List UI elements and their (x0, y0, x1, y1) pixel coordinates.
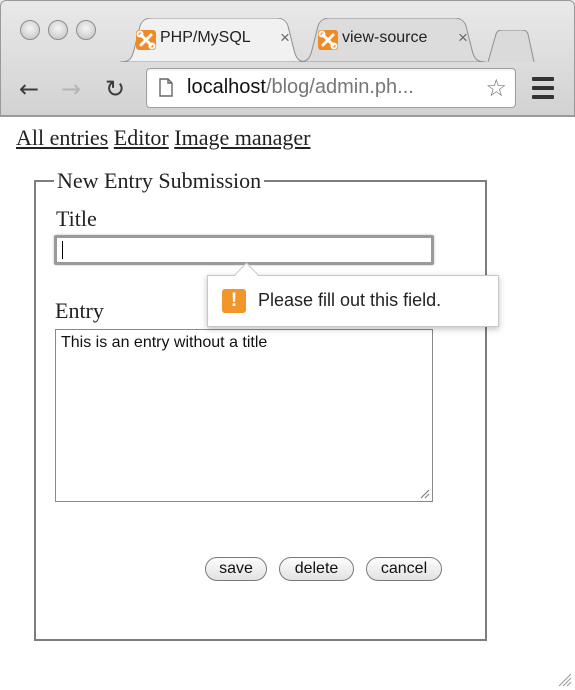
tab-close-icon[interactable]: × (458, 28, 468, 48)
url-host: localhost (187, 76, 266, 98)
tab-title: PHP/MySQL (160, 29, 251, 46)
tab-view-source[interactable]: view-source × (298, 18, 486, 62)
xampp-icon (136, 30, 156, 50)
zoom-window-button[interactable] (76, 20, 96, 40)
save-button[interactable]: save (205, 557, 267, 581)
new-tab-button[interactable] (486, 30, 536, 62)
hamburger-menu-icon[interactable] (532, 76, 554, 100)
url-text: localhost/blog/admin.ph... (187, 76, 414, 99)
xampp-icon (318, 30, 338, 50)
tab-close-icon[interactable]: × (280, 28, 290, 48)
entry-textarea-value: This is an entry without a title (61, 334, 268, 351)
window-resize-grip-icon[interactable] (558, 673, 572, 687)
tab-title: view-source (342, 29, 428, 46)
browser-toolbar: ← → ↻ localhost/blog/admin.ph... ☆ (0, 62, 575, 117)
validation-tooltip: ! Please fill out this field. (207, 262, 499, 327)
validation-message: Please fill out this field. (258, 290, 442, 310)
forward-button[interactable]: → (56, 74, 86, 104)
text-caret (62, 241, 63, 259)
reload-button[interactable]: ↻ (100, 74, 130, 104)
address-bar[interactable]: localhost/blog/admin.ph... ☆ (146, 68, 516, 108)
admin-nav: All entries Editor Image manager (16, 125, 310, 151)
entry-label: Entry (55, 298, 104, 323)
tab-php-mysql[interactable]: PHP/MySQL × (120, 18, 308, 62)
back-button[interactable]: ← (14, 74, 44, 104)
resize-grip-icon[interactable] (420, 489, 430, 499)
minimize-window-button[interactable] (48, 20, 68, 40)
page-icon (159, 78, 173, 97)
close-window-button[interactable] (20, 20, 40, 40)
page-content: All entries Editor Image manager New Ent… (0, 117, 575, 690)
delete-button[interactable]: delete (279, 557, 354, 581)
nav-link-all-entries[interactable]: All entries (16, 125, 108, 150)
entry-textarea[interactable]: This is an entry without a title (55, 329, 433, 502)
cancel-button[interactable]: cancel (366, 557, 442, 581)
bookmark-star-icon[interactable]: ☆ (485, 74, 507, 102)
browser-chrome: PHP/MySQL × view-source × ← → ↻ localhos… (0, 0, 575, 117)
nav-link-editor[interactable]: Editor (114, 125, 169, 150)
url-path: /blog/admin.ph... (265, 76, 414, 98)
warning-icon: ! (222, 289, 246, 313)
title-input[interactable] (54, 235, 434, 265)
title-label: Title (56, 206, 97, 231)
nav-link-image-manager[interactable]: Image manager (174, 125, 310, 150)
fieldset-legend: New Entry Submission (54, 168, 265, 194)
